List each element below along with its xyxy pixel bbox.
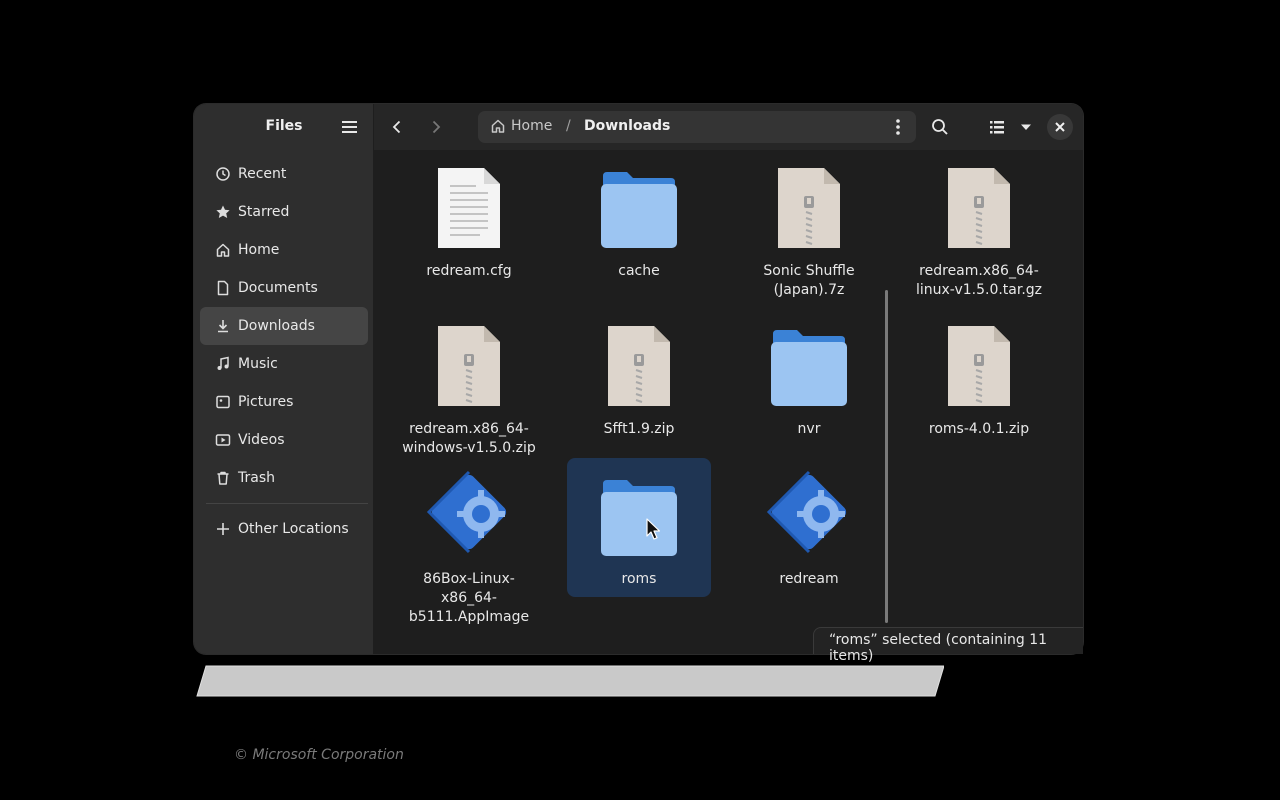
file-name: redream.x86_64-windows-v1.5.0.zip: [402, 421, 536, 456]
file-item-folder[interactable]: cache: [567, 158, 711, 281]
trash-icon: [214, 469, 232, 487]
archive-icon: [397, 316, 541, 408]
status-overlay: “roms” selected (containing 11 items): [813, 627, 1083, 664]
sidebar-item-label: Music: [238, 356, 278, 372]
breadcrumb-home-label: Home: [511, 118, 553, 134]
sidebar-item-music[interactable]: Music: [200, 345, 368, 383]
file-item-text[interactable]: redream.cfg: [397, 158, 541, 281]
path-menu-button[interactable]: [888, 115, 908, 139]
file-item-folder[interactable]: nvr: [737, 316, 881, 439]
chevron-left-icon: [392, 120, 401, 134]
mouse-cursor: [646, 518, 661, 544]
file-name: roms-4.0.1.zip: [928, 421, 1030, 437]
list-view-icon: [990, 121, 1004, 134]
kebab-menu-icon: [896, 119, 900, 135]
file-manager-window: Files Recent Starred Home Documents Down…: [194, 104, 1083, 654]
file-name: roms: [621, 571, 657, 587]
hamburger-icon: [342, 121, 357, 133]
file-name: 86Box-Linux-x86_64-b5111.AppImage: [408, 571, 530, 625]
archive-icon: [567, 316, 711, 408]
sidebar-item-label: Pictures: [238, 394, 294, 410]
sidebar-item-label: Trash: [238, 470, 275, 486]
file-item-archive[interactable]: redream.x86_64-linux-v1.5.0.tar.gz: [907, 158, 1051, 300]
file-item-appimage[interactable]: redream: [737, 466, 881, 589]
clock-icon: [214, 165, 232, 183]
main-menu-button[interactable]: [340, 118, 360, 136]
file-name: redream.cfg: [426, 263, 512, 279]
sidebar-item-videos[interactable]: Videos: [200, 421, 368, 459]
header-bar: Home / Downloads: [374, 104, 1083, 150]
archive-icon: [737, 158, 881, 250]
file-name: redream.x86_64-linux-v1.5.0.tar.gz: [915, 263, 1043, 298]
sidebar-item-recent[interactable]: Recent: [200, 155, 368, 193]
progress-bar: [196, 665, 945, 697]
search-icon: [932, 119, 948, 135]
file-item-appimage[interactable]: 86Box-Linux-x86_64-b5111.AppImage: [397, 466, 541, 627]
main-view: Home / Downloads redream.cfg cache Sonic…: [374, 104, 1083, 654]
sidebar-header: Files: [194, 104, 373, 150]
sidebar-item-label: Other Locations: [238, 521, 349, 537]
text-icon: [397, 158, 541, 250]
file-name: Sfft1.9.zip: [603, 421, 675, 437]
sidebar-item-other-locations[interactable]: Other Locations: [200, 510, 368, 548]
star-icon: [214, 203, 232, 221]
search-button[interactable]: [926, 113, 954, 141]
breadcrumb-home[interactable]: Home: [490, 118, 552, 134]
file-grid: redream.cfg cache Sonic Shuffle (Japan).7z…: [374, 150, 1074, 654]
file-item-folder[interactable]: roms: [567, 458, 711, 597]
sidebar: Files Recent Starred Home Documents Down…: [194, 104, 373, 654]
chevron-down-icon: [1021, 124, 1031, 130]
sidebar-item-trash[interactable]: Trash: [200, 459, 368, 497]
sidebar-item-label: Downloads: [238, 318, 315, 334]
forward-button[interactable]: [422, 113, 450, 141]
vertical-scrollbar[interactable]: [885, 290, 888, 623]
breadcrumb-separator: /: [566, 118, 571, 134]
sidebar-item-documents[interactable]: Documents: [200, 269, 368, 307]
plus-icon: [214, 520, 232, 538]
file-name: cache: [618, 263, 660, 279]
sidebar-item-downloads[interactable]: Downloads: [200, 307, 368, 345]
file-item-archive[interactable]: roms-4.0.1.zip: [907, 316, 1051, 439]
places-list: Recent Starred Home Documents Downloads …: [200, 155, 368, 548]
breadcrumb-current[interactable]: Downloads: [584, 118, 670, 134]
folder-icon: [567, 158, 711, 250]
music-icon: [214, 355, 232, 373]
file-name: Sonic Shuffle (Japan).7z: [763, 263, 855, 298]
sidebar-item-home[interactable]: Home: [200, 231, 368, 269]
sidebar-item-label: Videos: [238, 432, 285, 448]
sidebar-item-label: Recent: [238, 166, 287, 182]
chevron-right-icon: [432, 120, 441, 134]
home-icon: [491, 119, 505, 133]
home-icon: [214, 241, 232, 259]
file-item-archive[interactable]: Sfft1.9.zip: [567, 316, 711, 439]
document-icon: [214, 279, 232, 297]
appimage-icon: [397, 466, 541, 558]
path-bar[interactable]: Home / Downloads: [478, 111, 916, 143]
sidebar-item-pictures[interactable]: Pictures: [200, 383, 368, 421]
appimage-icon: [737, 466, 881, 558]
copyright-text: © Microsoft Corporation: [234, 747, 404, 763]
file-item-archive[interactable]: Sonic Shuffle (Japan).7z: [737, 158, 881, 300]
close-icon: [1055, 122, 1065, 132]
file-item-archive[interactable]: redream.x86_64-windows-v1.5.0.zip: [397, 316, 541, 458]
sidebar-item-label: Home: [238, 242, 280, 258]
sidebar-divider: [206, 503, 368, 504]
picture-icon: [214, 393, 232, 411]
archive-icon: [907, 158, 1051, 250]
archive-icon: [907, 316, 1051, 408]
folder-icon: [737, 316, 881, 408]
file-name: redream: [779, 571, 839, 587]
close-button[interactable]: [1047, 114, 1073, 140]
view-list-button[interactable]: [983, 113, 1011, 141]
folder-icon: [567, 466, 711, 558]
back-button[interactable]: [383, 113, 411, 141]
sidebar-item-starred[interactable]: Starred: [200, 193, 368, 231]
video-icon: [214, 431, 232, 449]
view-options-button[interactable]: [1012, 113, 1040, 141]
sidebar-item-label: Starred: [238, 204, 290, 220]
download-icon: [214, 317, 232, 335]
sidebar-item-label: Documents: [238, 280, 318, 296]
file-name: nvr: [797, 421, 821, 437]
